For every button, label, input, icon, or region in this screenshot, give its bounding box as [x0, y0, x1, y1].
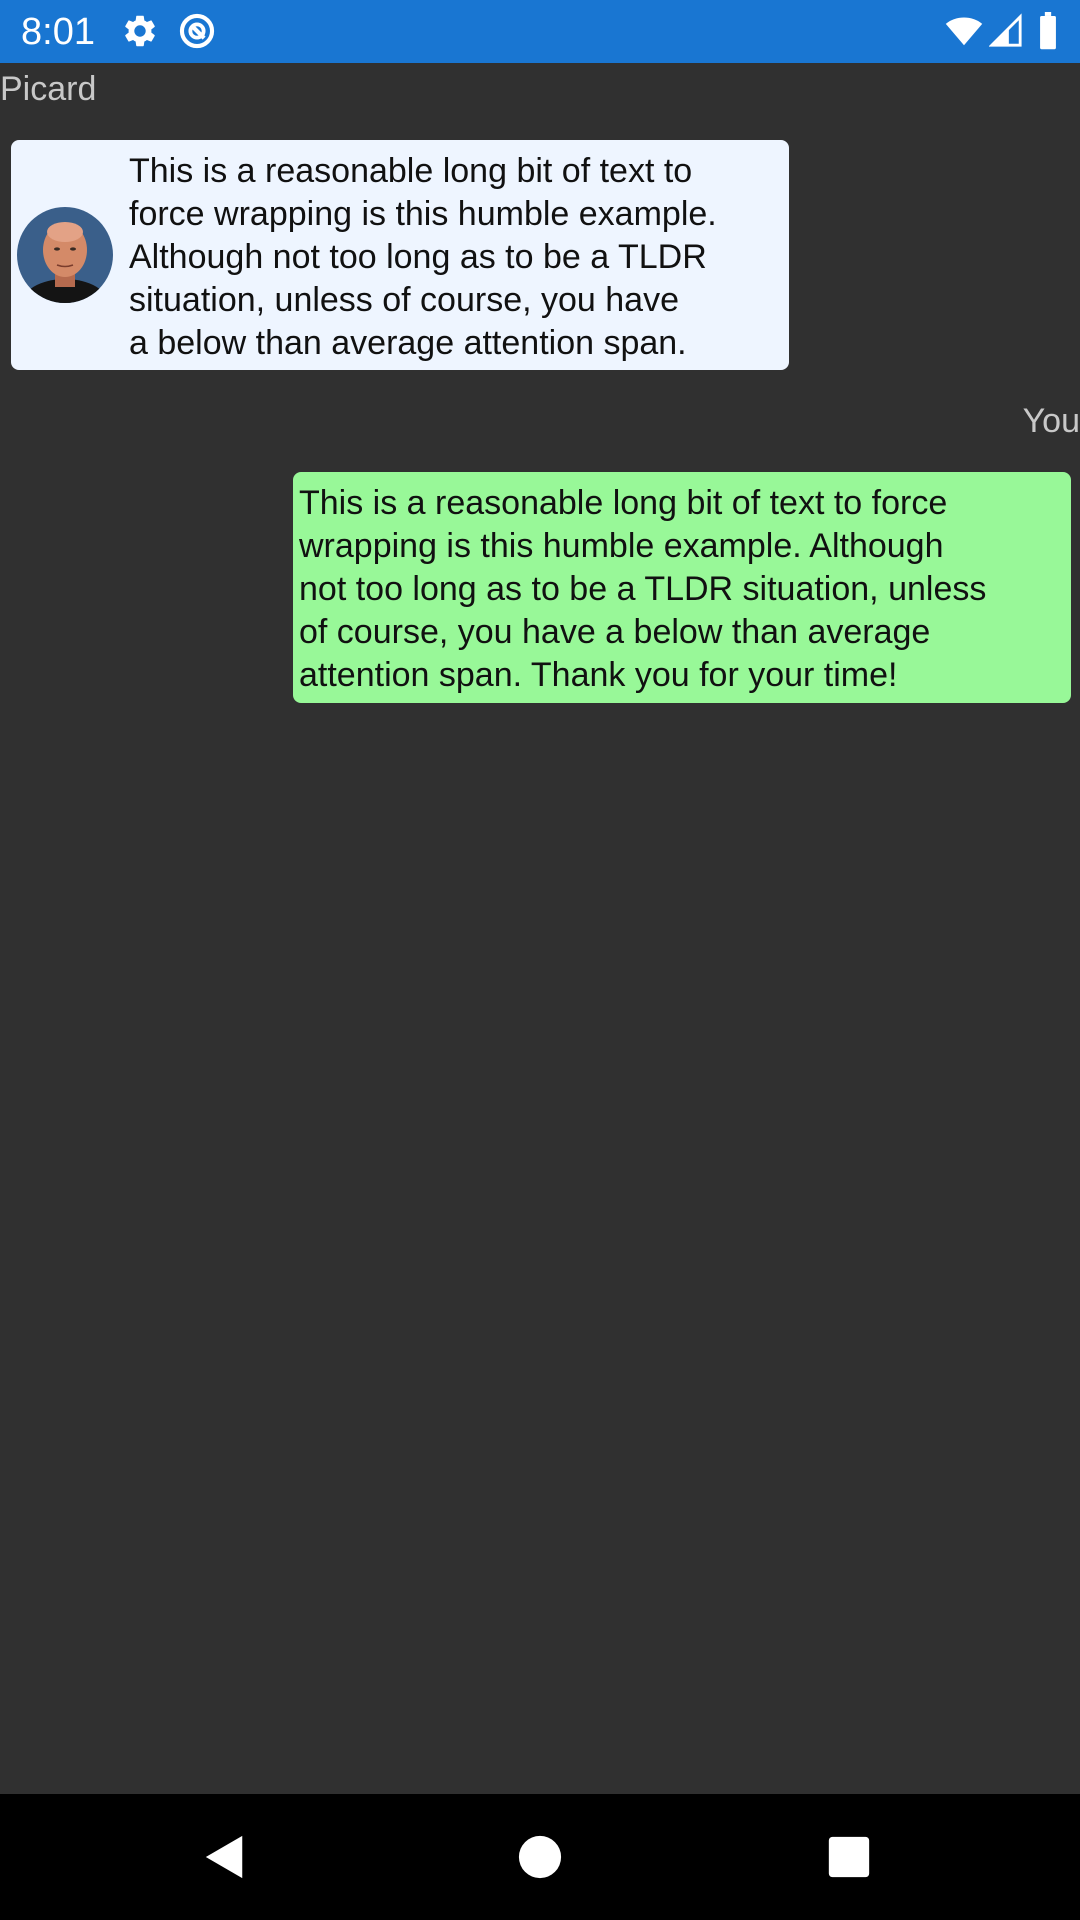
outgoing-message-text: This is a reasonable long bit of text to…	[299, 484, 987, 694]
cell-signal-icon	[989, 12, 1023, 50]
gear-icon	[121, 12, 159, 50]
status-time: 8:01	[21, 11, 95, 53]
incoming-message-bubble[interactable]: This is a reasonable long bit of text to…	[11, 140, 789, 370]
wifi-icon	[943, 12, 985, 50]
incoming-message-text: This is a reasonable long bit of text to…	[129, 152, 717, 362]
sync-icon	[178, 12, 216, 50]
back-icon[interactable]	[202, 1834, 248, 1880]
sender-name-picard: Picard	[0, 70, 97, 108]
home-icon[interactable]	[517, 1834, 563, 1880]
sender-name-you: You	[1022, 402, 1080, 440]
recents-icon[interactable]	[827, 1835, 871, 1879]
status-bar: 8:01	[0, 0, 1080, 63]
outgoing-message-bubble[interactable]: This is a reasonable long bit of text to…	[293, 472, 1071, 703]
navigation-bar	[0, 1794, 1080, 1920]
battery-icon	[1037, 12, 1059, 50]
picard-avatar	[17, 207, 113, 303]
